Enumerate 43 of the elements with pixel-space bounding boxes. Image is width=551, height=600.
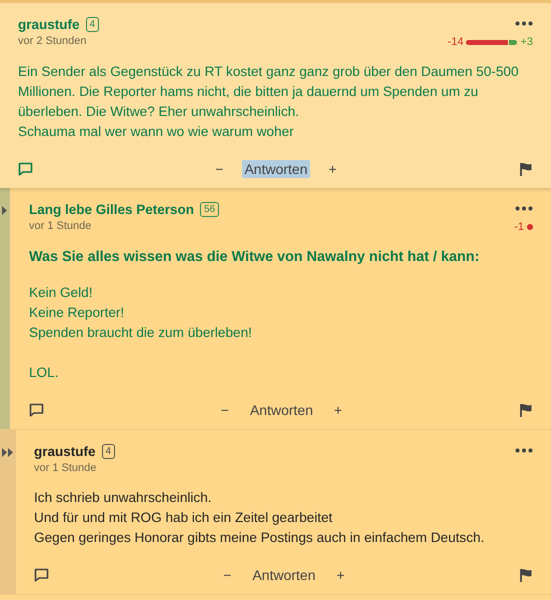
expand-icon xyxy=(2,206,8,215)
comment-text: Gegen geringes Honorar gibts meine Postings auch in einfachem Deutsch. xyxy=(34,529,486,547)
reply-button[interactable]: Antworten xyxy=(248,401,316,419)
downvote-button[interactable]: − xyxy=(218,401,232,419)
comment-text: Und für und mit ROG hab ich ein Zeitel gearbeitet xyxy=(34,509,334,527)
flag-icon[interactable] xyxy=(518,162,533,176)
vote-bar xyxy=(466,40,518,44)
user-level: 4 xyxy=(86,17,100,32)
comment-icon[interactable] xyxy=(18,162,33,176)
negative-votes: -1 xyxy=(514,221,524,233)
comment-text: Spenden braucht die zum überleben! xyxy=(29,324,253,342)
reply-button[interactable]: Antworten xyxy=(250,566,318,584)
flag-icon[interactable] xyxy=(518,568,533,582)
comment-text: Ich schrieb unwahrscheinlich. xyxy=(34,489,213,507)
more-icon[interactable] xyxy=(515,21,533,26)
more-icon[interactable] xyxy=(515,448,533,453)
post-time: vor 1 Stunde xyxy=(29,220,92,232)
downvote-button[interactable]: − xyxy=(220,566,234,584)
comment-icon[interactable] xyxy=(29,403,44,417)
comment-text: Schauma mal wer wann wo wie warum woher xyxy=(18,123,295,141)
author-name[interactable]: graustufe xyxy=(18,17,80,32)
more-icon[interactable] xyxy=(515,206,533,211)
comment-text: Ein Sender als Gegenstück zu RT kostet ganz ganz grob über den Daumen 50-500 Millionen. Die Reporter hams nicht, die bitten ja dauernd um Spenden um zu überleben. Die Witwe? Eher unwahrscheinlich. xyxy=(18,63,520,121)
author-name[interactable]: graustufe xyxy=(34,444,96,459)
negative-votes: -14 xyxy=(448,36,464,48)
post-time: vor 2 Stunden xyxy=(18,35,88,47)
user-level: 4 xyxy=(102,444,116,459)
user-level: 56 xyxy=(200,202,220,217)
comment-text: LOL. xyxy=(29,364,60,382)
expand-icon xyxy=(2,448,14,457)
flag-icon[interactable] xyxy=(518,402,533,418)
post-time: vor 1 Stunde xyxy=(34,462,98,474)
comment-text: Kein Geld! xyxy=(29,284,94,302)
upvote-button[interactable]: + xyxy=(326,160,340,178)
author-name[interactable]: Lang lebe Gilles Peterson xyxy=(29,202,194,217)
upvote-button[interactable]: + xyxy=(334,566,348,584)
positive-votes: +3 xyxy=(520,36,533,48)
reply-button[interactable]: Antworten xyxy=(242,160,310,178)
comment-icon[interactable] xyxy=(34,568,49,582)
downvote-button[interactable]: − xyxy=(212,160,226,178)
comment-text: Keine Reporter! xyxy=(29,304,126,322)
comment-heading: Was Sie alles wissen was die Witwe von Nawalny nicht hat / kann: xyxy=(29,248,480,267)
upvote-button[interactable]: + xyxy=(331,401,346,419)
